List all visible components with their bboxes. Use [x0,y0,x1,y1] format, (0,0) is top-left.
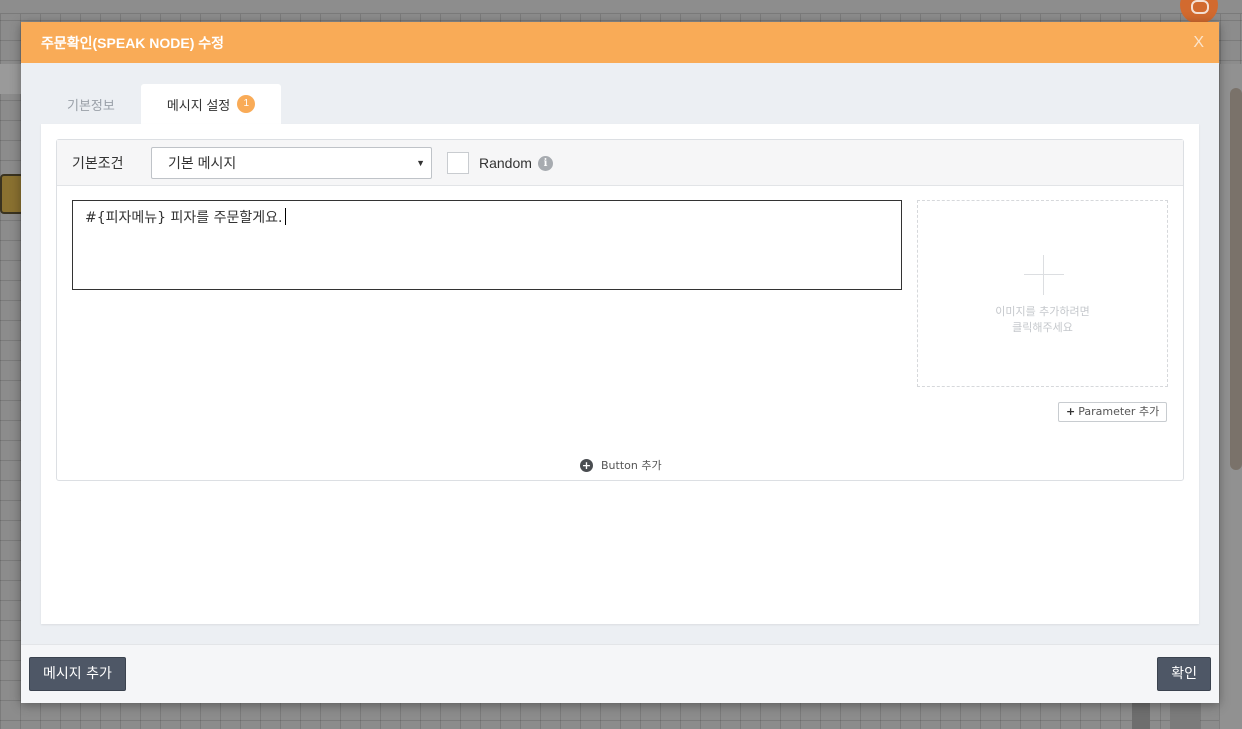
random-label: Random [479,155,532,171]
close-icon[interactable]: X [1193,34,1204,52]
background-block [1132,703,1150,729]
tab-label: 기본정보 [67,97,115,113]
modal-header: 주문확인(SPEAK NODE) 수정 X [21,22,1219,63]
image-upload-hint-line2: 클릭해주세요 [1012,321,1073,334]
condition-select[interactable]: 기본 메시지 ▼ [151,147,432,179]
text-cursor [285,208,287,225]
random-checkbox[interactable] [447,152,469,174]
message-textarea[interactable]: #{피자메뉴} 피자를 주문할게요. [72,200,902,290]
condition-select-value: 기본 메시지 [168,155,237,171]
image-upload-hint-line1: 이미지를 추가하려면 [995,305,1090,318]
condition-label: 기본조건 [72,155,124,171]
add-button-label: Button 추가 [601,459,662,472]
plus-icon [1024,255,1064,295]
confirm-button[interactable]: 확인 [1157,657,1211,691]
tab-bar: 기본정보 메시지 설정 1 [41,84,282,124]
edit-node-modal: 주문확인(SPEAK NODE) 수정 X 기본정보 메시지 설정 1 기본조건… [21,22,1219,703]
info-icon[interactable]: i [538,156,553,171]
background-topbar [0,0,1242,14]
message-toolbar: 기본조건 기본 메시지 ▼ Random i [57,140,1183,186]
chevron-down-icon: ▼ [416,158,425,168]
tab-basic-info[interactable]: 기본정보 [41,84,141,124]
add-message-button[interactable]: 메시지 추가 [29,657,126,691]
background-scrollbar [1230,88,1242,470]
tab-content: 기본조건 기본 메시지 ▼ Random i #{피자메뉴} 피자를 주문할게요… [41,124,1199,624]
image-upload-hint: 이미지를 추가하려면 클릭해주세요 [918,304,1167,336]
tab-label: 메시지 설정 [166,97,231,113]
modal-footer: 메시지 추가 확인 [21,644,1219,703]
modal-title: 주문확인(SPEAK NODE) 수정 [41,34,225,51]
tab-message-settings[interactable]: 메시지 설정 1 [140,84,282,124]
add-button-button[interactable]: + Button 추가 [580,457,662,473]
add-parameter-button[interactable]: + Parameter 추가 [1058,402,1168,422]
tab-badge: 1 [237,95,256,113]
add-parameter-label: Parameter 추가 [1078,405,1160,418]
message-card: 기본조건 기본 메시지 ▼ Random i #{피자메뉴} 피자를 주문할게요… [56,139,1184,481]
background-left-strip [0,64,22,94]
image-upload-area[interactable]: 이미지를 추가하려면 클릭해주세요 [917,200,1168,387]
background-block [1170,703,1200,729]
message-text: #{피자메뉴} 피자를 주문할게요. [85,210,283,226]
circle-plus-icon: + [580,458,593,472]
plus-icon: + [1066,405,1076,418]
